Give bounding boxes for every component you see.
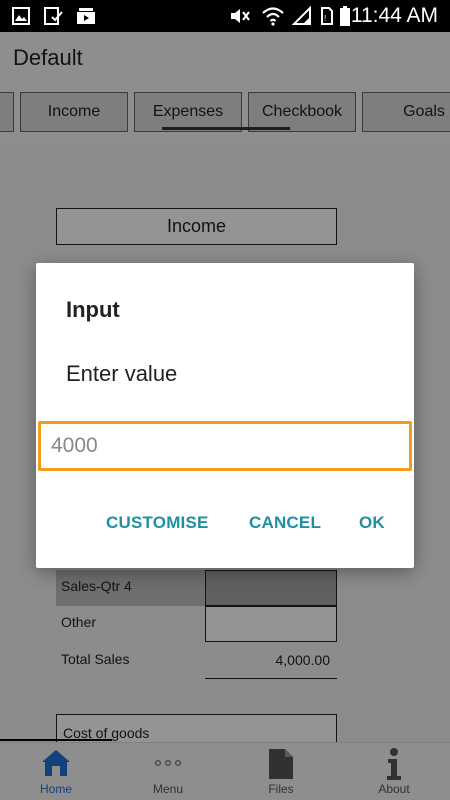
status-bar: ! 11:44 AM — [0, 0, 450, 32]
video-icon — [74, 6, 98, 26]
dialog-title: Input — [66, 297, 120, 322]
value-input[interactable] — [38, 421, 412, 471]
dialog-message: Enter value — [66, 361, 178, 386]
battery-icon — [339, 6, 351, 26]
sim-icon: ! — [320, 6, 334, 26]
customise-button[interactable]: CUSTOMISE — [106, 513, 209, 533]
mute-icon — [228, 6, 252, 26]
input-dialog: Input Enter value CUSTOMISE CANCEL OK — [36, 263, 414, 568]
signal-icon — [290, 6, 314, 26]
wifi-icon — [260, 6, 286, 26]
gallery-icon — [10, 6, 32, 26]
cancel-button[interactable]: CANCEL — [249, 513, 321, 533]
svg-text:!: ! — [324, 14, 326, 23]
ok-button[interactable]: OK — [359, 513, 385, 533]
download-done-icon — [42, 6, 66, 26]
status-time: 11:44 AM — [350, 4, 438, 27]
